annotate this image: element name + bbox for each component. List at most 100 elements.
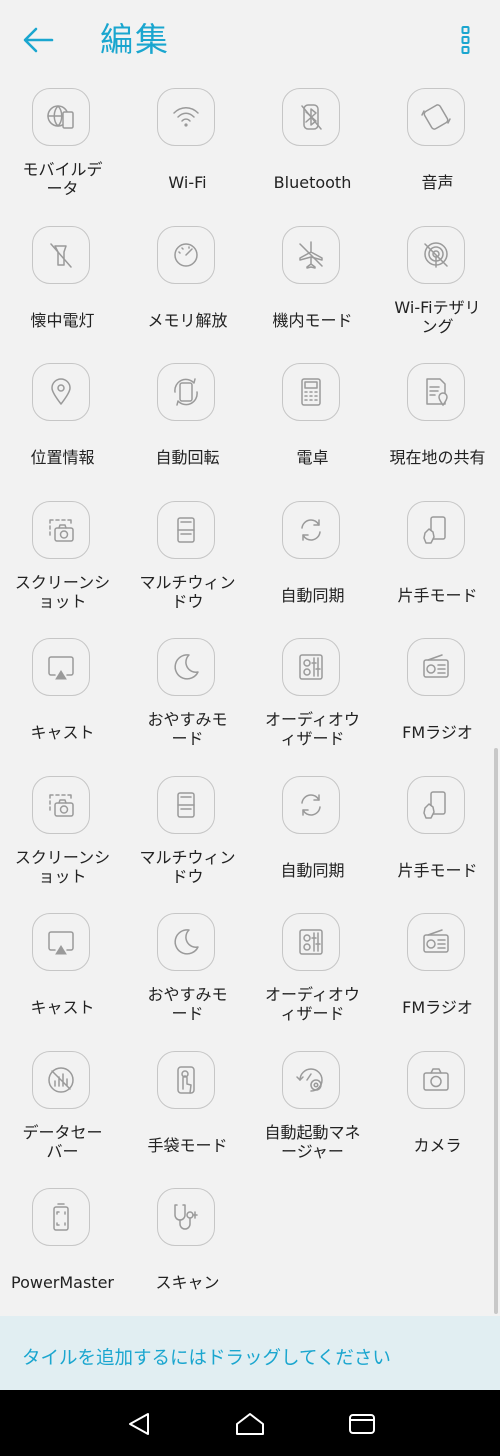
multi-window-icon[interactable] [157,775,215,834]
audio-wizard-icon[interactable] [282,913,340,971]
tile-radio[interactable]: FMラジオ [375,905,500,1043]
tile-share-location[interactable]: 現在地の共有 [375,355,500,493]
tile-airplane[interactable]: 機内モード [250,218,375,356]
radio-icon[interactable] [407,638,465,696]
glove-icon[interactable] [157,1050,215,1109]
tile-screenshot[interactable]: スクリーンシ ョット [0,768,125,906]
tile-label: 懐中電灯 [2,311,123,330]
tile-sync[interactable]: 自動同期 [250,493,375,631]
tile-cast[interactable]: キャスト [0,630,125,768]
nav-recents-icon[interactable] [340,1402,384,1446]
arrow-left-icon[interactable] [20,22,56,58]
nav-home-icon[interactable] [228,1402,272,1446]
scrollbar[interactable] [494,748,498,1314]
moon-icon[interactable] [157,913,215,971]
tile-label: FMラジオ [377,723,498,742]
tile-audio-wizard[interactable]: オーディオウ ィザード [250,905,375,1043]
tile-label-line: キャスト [30,998,95,1017]
nav-back-icon[interactable] [118,1402,162,1446]
multi-window-icon[interactable] [157,500,215,559]
tile-camera[interactable]: カメラ [375,1043,500,1181]
tile-battery[interactable]: PowerMaster [0,1180,125,1318]
tile-label: おやすみモ ード [127,985,248,1023]
tile-sound[interactable]: 音声 [375,80,500,218]
tile-auto-rotate[interactable]: 自動回転 [125,355,250,493]
tile-mobile-data[interactable]: モバイルデ ータ [0,80,125,218]
tile-radio[interactable]: FMラジオ [375,630,500,768]
tile-scan[interactable]: スキャン [125,1180,250,1318]
screenshot-icon[interactable] [32,775,90,834]
scan-icon[interactable] [157,1188,215,1246]
tile-multi-window[interactable]: マルチウィン ドウ [125,768,250,906]
tile-location[interactable]: 位置情報 [0,355,125,493]
tile-hotspot[interactable]: Wi-Fiテザリ ング [375,218,500,356]
tile-label-line: マルチウィン [139,847,236,867]
tile-label: オーディオウ ィザード [252,710,373,748]
tile-calculator[interactable]: 電卓 [250,355,375,493]
tile-label: 音声 [377,173,498,192]
tile-bluetooth[interactable]: Bluetooth [250,80,375,218]
page-title: 編集 [100,20,170,59]
location-icon[interactable] [32,363,90,421]
tile-flashlight[interactable]: 懐中電灯 [0,218,125,356]
airplane-icon[interactable] [282,225,340,284]
moon-icon[interactable] [157,638,215,696]
tile-moon[interactable]: おやすみモ ード [125,905,250,1043]
cast-icon[interactable] [32,638,90,696]
data-saver-icon[interactable] [32,1050,90,1109]
calculator-icon[interactable] [282,363,340,421]
tile-multi-window[interactable]: マルチウィン ドウ [125,493,250,631]
tile-label-line: PowerMaster [10,1273,114,1292]
tile-label: カメラ [377,1136,498,1155]
memory-boost-icon[interactable] [157,225,215,284]
auto-rotate-icon[interactable] [157,363,215,421]
tile-label-line: モバイルデ [22,160,103,179]
tile-label: データセー バー [2,1123,123,1161]
tile-audio-wizard[interactable]: オーディオウ ィザード [250,630,375,768]
tile-cast[interactable]: キャスト [0,905,125,1043]
tile-label-line: カメラ [413,1135,462,1155]
cast-icon[interactable] [32,913,90,971]
tile-one-hand[interactable]: 片手モード [375,493,500,631]
tile-wifi[interactable]: Wi-Fi [125,80,250,218]
share-location-icon[interactable] [407,363,465,421]
more-vertical-icon[interactable] [454,22,478,58]
tile-screenshot[interactable]: スクリーンシ ョット [0,493,125,631]
tile-data-saver[interactable]: データセー バー [0,1043,125,1181]
tile-glove[interactable]: 手袋モード [125,1043,250,1181]
screenshot-icon[interactable] [32,500,90,559]
tile-memory-boost[interactable]: メモリ解放 [125,218,250,356]
tile-label-line: ード [171,1004,204,1023]
radio-icon[interactable] [407,913,465,971]
camera-icon[interactable] [407,1050,465,1109]
tile-label-line: スクリーンシ [14,572,111,592]
one-hand-icon[interactable] [407,500,465,559]
tile-label-line: FMラジオ [402,723,473,742]
wifi-icon[interactable] [157,88,215,146]
mobile-data-icon[interactable] [32,88,90,146]
app-header: 編集 [0,0,500,80]
audio-wizard-icon[interactable] [282,638,340,696]
tile-label-line: スクリーンシ [14,847,111,867]
battery-icon[interactable] [32,1188,90,1246]
tile-one-hand[interactable]: 片手モード [375,768,500,906]
tile-auto-start[interactable]: 自動起動マネ ージャー [250,1043,375,1181]
sound-icon[interactable] [407,88,465,146]
tile-label-line: ドウ [171,591,204,611]
one-hand-icon[interactable] [407,775,465,834]
tile-label-line: Wi-Fi [168,173,207,192]
tile-label: 自動同期 [252,861,373,880]
hotspot-icon[interactable] [407,225,465,284]
tile-label-line: ング [421,316,454,336]
tile-label-line: ィザード [280,1004,345,1023]
bluetooth-icon[interactable] [282,88,340,146]
flashlight-icon[interactable] [32,225,90,284]
sync-icon[interactable] [282,775,340,834]
tile-moon[interactable]: おやすみモ ード [125,630,250,768]
tile-label-line: 懐中電灯 [30,310,95,330]
tile-label-line: マルチウィン [139,572,236,592]
tile-sync[interactable]: 自動同期 [250,768,375,906]
tile-label-line: おやすみモ [147,985,228,1004]
sync-icon[interactable] [282,500,340,559]
auto-start-icon[interactable] [282,1050,340,1109]
